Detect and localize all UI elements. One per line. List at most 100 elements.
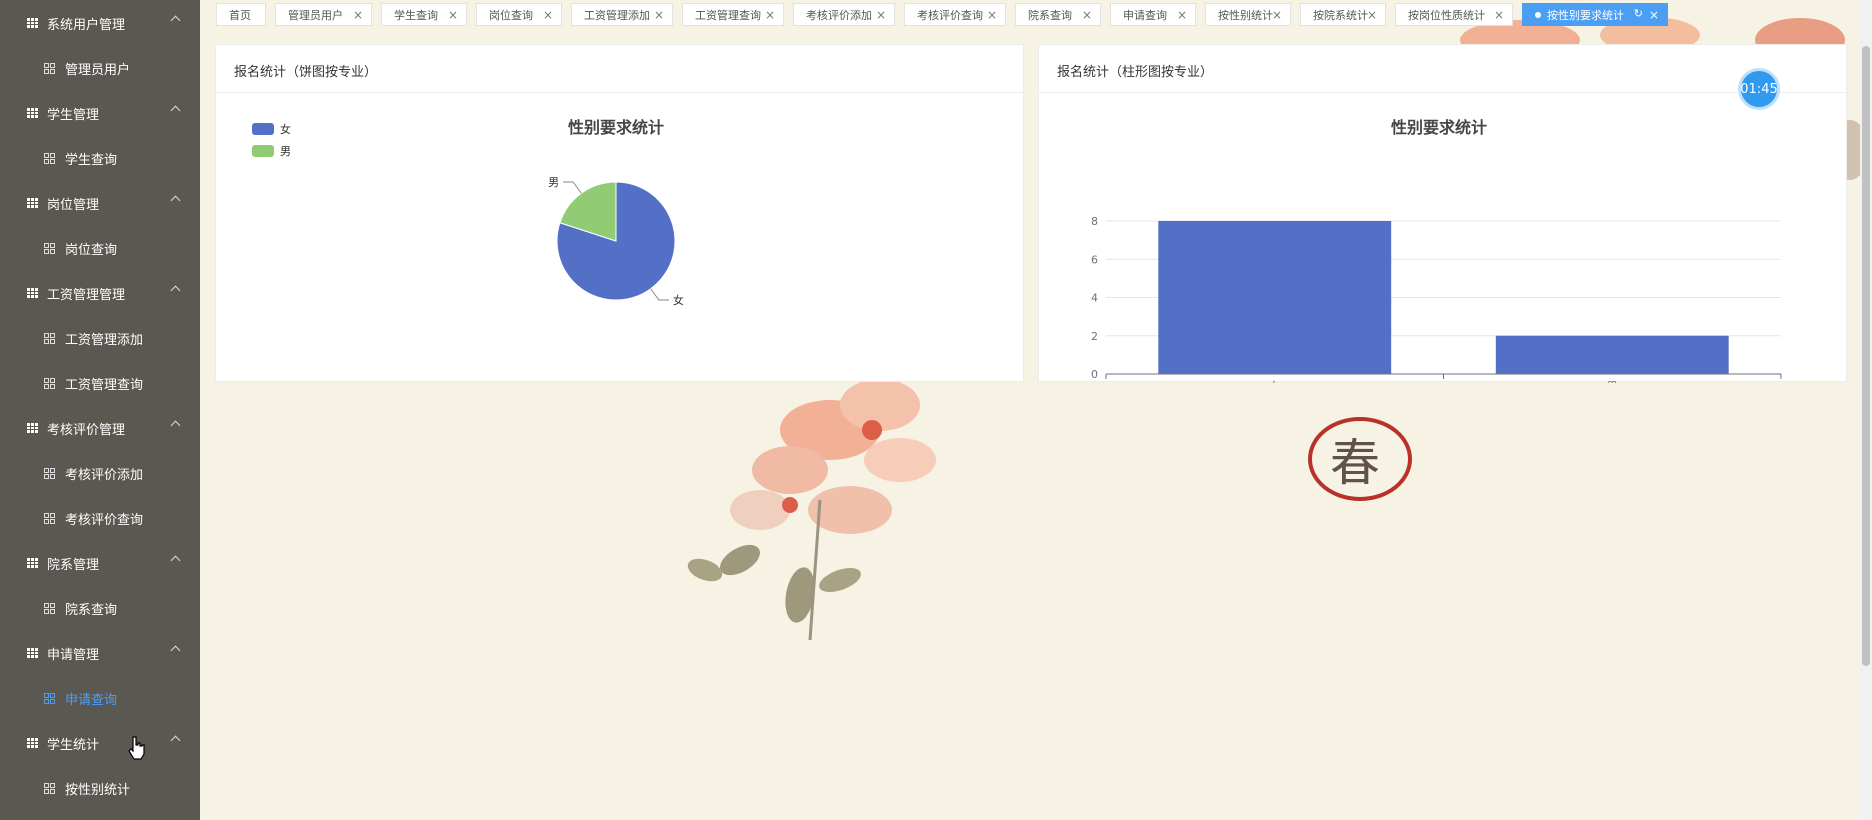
scrollbar[interactable] — [1860, 0, 1872, 820]
sidebar-item-label: 岗位查询 — [65, 242, 118, 258]
tab-label: 考核评价添加 — [806, 8, 872, 22]
close-icon[interactable]: × — [1494, 8, 1504, 22]
x-tick-label: 男 — [1607, 380, 1618, 383]
apps-icon — [44, 513, 55, 524]
tab-11[interactable]: 按院系统计 × — [1300, 3, 1386, 26]
sidebar-group-label: 岗位管理 — [47, 197, 100, 213]
bar — [1158, 221, 1392, 374]
apps-icon — [44, 378, 55, 389]
panel-title: 报名统计（柱形图按专业） — [1057, 65, 1214, 80]
y-tick-label: 0 — [1091, 368, 1098, 381]
bar-chart: 性别要求统计 0 2 4 6 8 女 男 — [1091, 118, 1782, 383]
tab-2[interactable]: 学生查询 × — [381, 3, 467, 26]
grid-icon — [27, 423, 38, 433]
tab-5[interactable]: 工资管理查询 × — [682, 3, 784, 26]
sidebar-item-2-0[interactable]: 岗位查询 — [0, 228, 200, 268]
sidebar-group-label: 学生管理 — [47, 107, 100, 123]
sidebar-item-label: 工资管理查询 — [65, 377, 144, 393]
sidebar-group-0[interactable]: 系统用户管理 — [0, 3, 200, 43]
sidebar-item-label: 院系查询 — [65, 602, 118, 618]
tab-0[interactable]: 首页 — [216, 3, 266, 26]
apps-icon — [44, 783, 55, 794]
sidebar-item-6-0[interactable]: 申请查询 — [0, 678, 200, 718]
tab-13[interactable]: 按性别要求统计 ↻ × — [1522, 3, 1668, 26]
tab-label: 申请查询 — [1123, 8, 1167, 22]
apps-icon — [44, 333, 55, 344]
sidebar-item-1-0[interactable]: 学生查询 — [0, 138, 200, 178]
refresh-icon[interactable]: ↻ — [1634, 7, 1643, 20]
close-icon[interactable]: × — [987, 8, 997, 22]
sidebar-item-label: 考核评价添加 — [65, 467, 144, 483]
sidebar: 系统用户管理管理员用户学生管理学生查询岗位管理岗位查询工资管理管理工资管理添加工… — [0, 0, 200, 820]
sidebar-item-3-0[interactable]: 工资管理添加 — [0, 318, 200, 358]
tab-7[interactable]: 考核评价查询 × — [904, 3, 1006, 26]
sidebar-group-6[interactable]: 申请管理 — [0, 633, 200, 673]
sidebar-item-4-0[interactable]: 考核评价添加 — [0, 453, 200, 493]
tab-label: 管理员用户 — [288, 8, 343, 22]
y-tick-label: 4 — [1091, 292, 1098, 305]
chevron-up-icon — [170, 645, 181, 656]
close-icon[interactable]: × — [1082, 8, 1092, 22]
pie-label: 女 — [673, 293, 684, 307]
chart-title: 性别要求统计 — [568, 118, 664, 137]
legend-swatch — [252, 123, 274, 135]
sidebar-item-label: 管理员用户 — [65, 62, 131, 78]
tab-10[interactable]: 按性别统计 × — [1205, 3, 1291, 26]
tab-label: 按院系统计 — [1313, 8, 1368, 22]
apps-icon — [44, 63, 55, 74]
tab-label: 院系查询 — [1028, 8, 1072, 22]
tab-4[interactable]: 工资管理添加 × — [571, 3, 673, 26]
sidebar-group-label: 学生统计 — [47, 737, 100, 753]
sidebar-item-4-1[interactable]: 考核评价查询 — [0, 498, 200, 538]
grid-icon — [27, 108, 38, 118]
sidebar-group-label: 申请管理 — [47, 647, 100, 663]
close-icon[interactable]: × — [448, 8, 458, 22]
sidebar-item-label: 工资管理添加 — [65, 332, 144, 348]
timer-badge[interactable]: 01:45 — [1738, 68, 1780, 110]
close-icon[interactable]: × — [765, 8, 775, 22]
tab-label: 首页 — [229, 8, 251, 22]
bar-chart-panel: 报名统计（柱形图按专业） 性别要求统计 0 2 4 6 8 女 男 — [1038, 44, 1847, 383]
chevron-up-icon — [170, 195, 181, 206]
grid-icon — [27, 18, 38, 28]
x-tick-label: 女 — [1269, 379, 1280, 383]
sidebar-item-3-1[interactable]: 工资管理查询 — [0, 363, 200, 403]
tab-bar: 首页 管理员用户 × 学生查询 × 岗位查询 × 工资管理添加 × 工资管理查询 × 考核评价添加 × 考… — [200, 0, 1872, 30]
close-icon[interactable]: × — [1177, 8, 1187, 22]
apps-icon — [44, 243, 55, 254]
close-icon[interactable]: × — [876, 8, 886, 22]
close-icon[interactable]: × — [543, 8, 553, 22]
tab-label: 按岗位性质统计 — [1408, 8, 1485, 22]
tab-label: 学生查询 — [394, 8, 438, 22]
sidebar-group-label: 工资管理管理 — [47, 287, 126, 303]
pie-label-line — [650, 288, 669, 301]
sidebar-item-0-0[interactable]: 管理员用户 — [0, 48, 200, 88]
tab-label: 工资管理查询 — [695, 8, 761, 22]
tab-12[interactable]: 按岗位性质统计 × — [1395, 3, 1513, 26]
sidebar-group-2[interactable]: 岗位管理 — [0, 183, 200, 223]
chevron-up-icon — [170, 105, 181, 116]
tab-6[interactable]: 考核评价添加 × — [793, 3, 895, 26]
close-icon[interactable]: × — [1272, 8, 1282, 22]
chevron-up-icon — [170, 735, 181, 746]
tab-1[interactable]: 管理员用户 × — [275, 3, 372, 26]
y-tick-label: 6 — [1091, 253, 1098, 266]
sidebar-group-5[interactable]: 院系管理 — [0, 543, 200, 583]
tab-3[interactable]: 岗位查询 × — [476, 3, 562, 26]
tab-8[interactable]: 院系查询 × — [1015, 3, 1101, 26]
tab-label: 按性别统计 — [1218, 8, 1273, 22]
sidebar-group-4[interactable]: 考核评价管理 — [0, 408, 200, 448]
sidebar-group-7[interactable]: 学生统计 — [0, 723, 200, 763]
close-icon[interactable]: × — [1649, 8, 1659, 22]
sidebar-item-7-0[interactable]: 按性别统计 — [0, 768, 200, 808]
scrollbar-thumb[interactable] — [1862, 46, 1870, 666]
close-icon[interactable]: × — [353, 8, 363, 22]
sidebar-group-1[interactable]: 学生管理 — [0, 93, 200, 133]
apps-icon — [44, 693, 55, 704]
sidebar-group-3[interactable]: 工资管理管理 — [0, 273, 200, 313]
sidebar-item-5-0[interactable]: 院系查询 — [0, 588, 200, 628]
close-icon[interactable]: × — [654, 8, 664, 22]
close-icon[interactable]: × — [1367, 8, 1377, 22]
tab-label: 考核评价查询 — [917, 8, 983, 22]
tab-9[interactable]: 申请查询 × — [1110, 3, 1196, 26]
